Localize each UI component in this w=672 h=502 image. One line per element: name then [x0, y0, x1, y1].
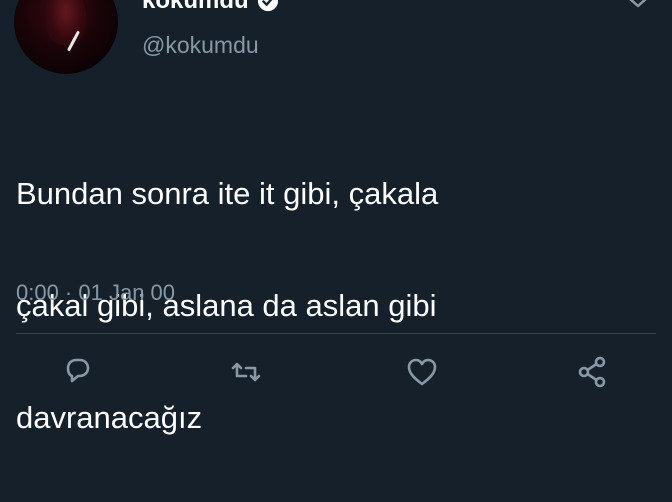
retweet-icon — [231, 362, 261, 382]
retweet-button[interactable] — [228, 354, 268, 384]
avatar[interactable] — [14, 0, 118, 74]
tweet-timestamp[interactable]: 0:00 · 01 Jan 00 — [16, 280, 175, 306]
action-bar — [0, 354, 672, 388]
tweet-text-line: davranacağız — [16, 400, 203, 435]
like-button[interactable] — [404, 354, 444, 386]
verified-badge-icon — [257, 0, 278, 12]
avatar-face — [46, 0, 86, 45]
tweet-text: Bundan sonra ite it gibi, çakala çakal g… — [16, 110, 656, 502]
reply-icon — [66, 358, 90, 383]
divider — [16, 333, 656, 334]
username-row: kokumdu — [142, 0, 279, 16]
share-icon — [578, 356, 606, 388]
display-name[interactable]: kokumdu — [142, 0, 249, 15]
tweet-text-line: Bundan sonra ite it gibi, çakala — [16, 176, 439, 211]
like-icon — [407, 358, 437, 386]
user-handle: @kokumdu — [142, 32, 259, 58]
reply-button[interactable] — [58, 354, 98, 384]
share-button[interactable] — [574, 354, 614, 388]
chevron-down-icon[interactable] — [626, 0, 650, 10]
